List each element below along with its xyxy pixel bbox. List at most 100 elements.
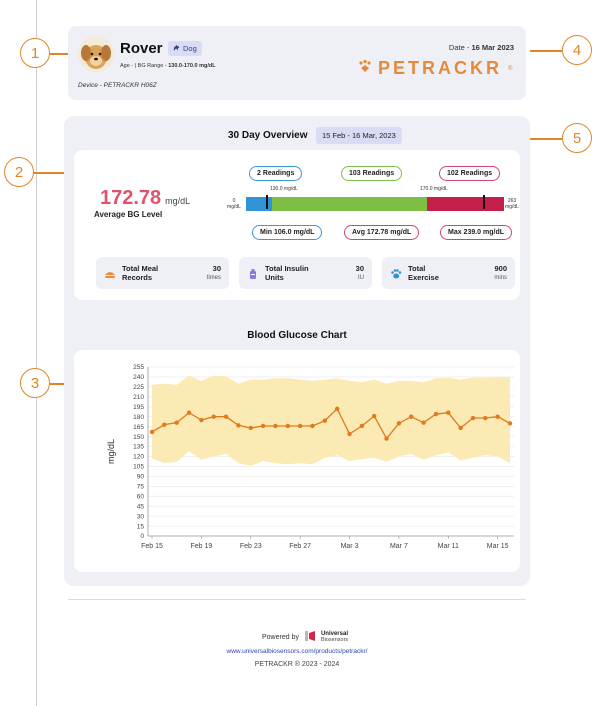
x-tick-label: Mar 15 [487,543,509,550]
glucose-data-point [334,406,340,411]
bg-range-value: 130.0-170.0 mg/dL [168,63,216,69]
glucose-data-point [199,417,204,423]
glucose-data-point [248,425,253,431]
insulin-units-tile: Total Insulin Units 30 IU [239,257,372,289]
glucose-data-point [396,421,402,426]
overview-title: 30 Day Overview [228,130,308,141]
glucose-data-point [236,423,241,428]
insulin-units-value: 30 [355,264,364,273]
glucose-data-point [223,414,229,419]
meal-records-tile: Total Meal Records 30 times [96,257,229,289]
universal-biosensors-logo-icon [303,629,317,645]
overview-date-range: 15 Feb - 16 Mar, 2023 [316,127,402,144]
bg-range-bar [246,195,504,211]
x-tick-label: Mar 11 [438,543,459,550]
low-readings-pill: 2 Readings [249,166,303,181]
y-tick-label: 75 [137,483,145,490]
left-margin-rule [36,0,37,706]
exercise-unit: mins [494,275,507,281]
company-name-line2: Biosensors [320,637,349,643]
average-bg-label: Average BG Level [94,210,163,219]
powered-by-label: Powered by [262,633,299,641]
glucose-data-point [495,414,500,419]
meal-records-label-line1: Total Meal [122,264,159,273]
glucose-data-point [458,425,463,431]
average-bg-unit: mg/dL [165,196,191,206]
glucose-data-point [507,421,513,426]
y-tick-label: 165 [133,424,144,431]
insulin-units-label-line2: Units [265,273,284,282]
glucose-data-point [273,423,278,429]
y-tick-label: 60 [137,493,145,500]
species-badge: Dog [168,41,202,56]
blood-glucose-chart-card: 0 15 30 45 60 75 90 105 120 135 150 165 180 195 210 225… [74,350,520,572]
y-tick-label: 120 [133,454,144,461]
glucose-data-point [297,423,303,429]
exercise-label: Total Exercise [408,264,439,282]
exercise-value: 900 [494,264,507,273]
x-tick-label: Feb 15 [141,543,163,550]
y-tick-label: 210 [133,394,144,401]
bg-stats-card: 172.78 mg/dL Average BG Level 2 Readings … [74,150,520,300]
brand-registered-mark: ® [508,65,513,72]
meal-records-label: Total Meal Records [122,264,158,282]
callout-3: 3 [20,368,50,398]
avg-pill: Avg 172.78 mg/dL [344,225,420,240]
insulin-units-label: Total Insulin Units [265,264,309,282]
average-bg-number: 172.78 [100,187,162,209]
product-url-link[interactable]: www.universalbiosensors.com/products/pet… [0,648,594,655]
in-range-readings-pill: 103 Readings [341,166,403,181]
meal-icon [104,267,116,279]
copyright: PETRACKR ® 2023 - 2024 [254,661,340,668]
glucose-data-point [186,410,192,415]
target-range-band [152,375,510,466]
y-tick-label: 105 [133,464,144,471]
paw-icon [390,267,402,279]
bar-min-unit: mg/dL [227,204,241,210]
x-tick-label: Feb 27 [289,543,311,550]
glucose-data-point [372,413,377,419]
insulin-units-label-line1: Total Insulin [265,264,309,273]
x-tick-label: Mar 7 [390,543,408,550]
y-tick-label: 45 [137,503,145,510]
y-tick-label: 15 [137,523,145,530]
overview-panel: 30 Day Overview 15 Feb - 16 Mar, 2023 17… [64,116,530,586]
date-value: 16 Mar 2023 [471,43,514,52]
y-tick-label: 90 [137,474,145,481]
dog-icon [173,44,180,53]
date-label: Date - [448,43,470,52]
y-tick-label: 180 [133,414,144,421]
bg-range-label: | BG Range - [134,63,167,69]
glucose-data-point [470,415,476,421]
min-pill: Min 106.0 mg/dL [252,225,323,240]
high-readings-pill: 102 Readings [439,166,501,181]
average-bg-value: 172.78 mg/dL [100,187,190,210]
powered-by: Powered by Universal Biosensors [262,629,348,645]
y-tick-label: 30 [137,513,145,520]
glucose-data-point [211,414,216,419]
glucose-data-point [149,429,155,435]
exercise-tile: Total Exercise 900 mins [382,257,515,289]
y-tick-label: 135 [133,444,144,451]
meal-records-label-line2: Records [122,273,153,282]
exercise-label-line1: Total [408,264,426,273]
low-threshold-label: 130.0 mg/dL [270,186,298,192]
chart-title: Blood Glucose Chart [247,330,347,341]
bar-max-unit: mg/dL [505,204,519,210]
petrackr-logo: PETRACKR ® [358,58,512,79]
range-bar-high-segment [426,197,504,211]
species-label: Dog [183,44,197,53]
y-tick-label: 225 [133,384,144,391]
glucose-data-point [162,422,167,427]
callout-4-line [530,50,562,52]
x-tick-label: Mar 3 [341,543,359,550]
glucose-data-point [347,431,352,437]
glucose-data-point [409,414,414,419]
pet-header-card: Rover Dog Age - | BG Range - 130.0-170.0… [68,26,526,100]
y-tick-label: 240 [133,374,144,381]
exercise-label-line2: Exercise [408,273,439,282]
report-date: Date - 16 Mar 2023 [449,43,514,52]
x-tick-label: Feb 19 [190,543,212,550]
age-label: Age - [120,63,134,69]
pet-avatar [78,36,114,72]
